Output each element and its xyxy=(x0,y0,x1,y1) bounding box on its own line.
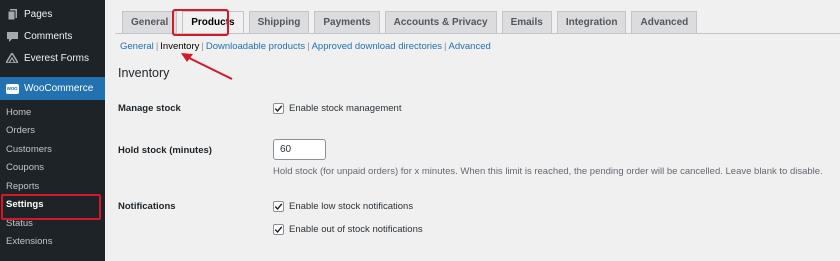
annotation-arrow xyxy=(181,53,233,80)
checkmark-icon xyxy=(274,203,283,211)
manage-stock-option[interactable]: Enable stock management xyxy=(273,103,401,114)
low-stock-notifications-option[interactable]: Enable low stock notifications xyxy=(273,201,413,212)
hold-stock-input[interactable]: 60 xyxy=(273,139,326,160)
section-title: Inventory xyxy=(118,66,170,80)
low-stock-checkbox-label: Enable low stock notifications xyxy=(289,201,414,212)
checkmark-icon xyxy=(274,105,283,113)
hold-stock-label: Hold stock (minutes) xyxy=(118,145,212,156)
checkmark-icon xyxy=(274,226,283,234)
manage-stock-checkbox-label: Enable stock management xyxy=(289,103,402,114)
hold-stock-description: Hold stock (for unpaid orders) for x min… xyxy=(273,166,823,177)
manage-stock-label: Manage stock xyxy=(118,103,181,114)
out-of-stock-notifications-option[interactable]: Enable out of stock notifications xyxy=(273,224,423,235)
notifications-label: Notifications xyxy=(118,201,176,212)
manage-stock-checkbox[interactable] xyxy=(273,103,284,114)
low-stock-checkbox[interactable] xyxy=(273,201,284,212)
out-of-stock-checkbox[interactable] xyxy=(273,224,284,235)
out-of-stock-checkbox-label: Enable out of stock notifications xyxy=(289,224,423,235)
